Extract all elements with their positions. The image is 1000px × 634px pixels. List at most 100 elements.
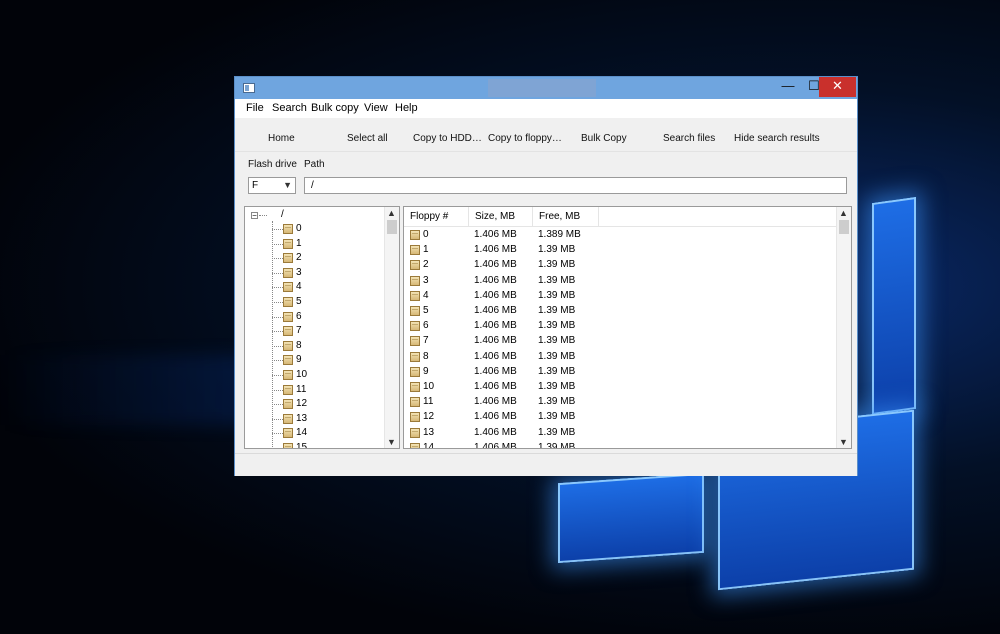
column-size[interactable]: Size, MB	[469, 207, 533, 226]
tree-scrollbar[interactable]: ▲ ▼	[384, 207, 399, 448]
cell-size: 1.406 MB	[474, 335, 517, 347]
cell-size: 1.406 MB	[474, 381, 517, 392]
scroll-up-icon[interactable]: ▲	[387, 208, 396, 218]
table-row[interactable]: 1 1.406 MB 1.39 MB	[404, 243, 836, 258]
floppy-folder-icon	[283, 253, 293, 264]
floppy-folder-icon	[410, 351, 420, 362]
tree-item-label: 2	[296, 252, 302, 264]
scroll-down-icon[interactable]: ▼	[387, 437, 396, 447]
table-row[interactable]: 11 1.406 MB 1.39 MB	[404, 395, 836, 410]
tree-item[interactable]: 14	[245, 426, 385, 440]
tree-item[interactable]: 0	[245, 222, 385, 236]
floppy-folder-icon	[410, 306, 420, 316]
tree-item[interactable]: 15	[245, 441, 385, 448]
floppy-folder-icon	[410, 245, 420, 256]
tree-item[interactable]: 3	[245, 266, 385, 280]
table-row[interactable]: 4 1.406 MB 1.39 MB	[404, 289, 836, 304]
tree-item[interactable]: 4	[245, 280, 385, 294]
cell-free: 1.39 MB	[538, 381, 576, 392]
tree-item[interactable]: 11	[245, 383, 385, 397]
menu-help[interactable]: Help	[395, 102, 418, 114]
cell-free: 1.39 MB	[538, 411, 576, 423]
tree-item[interactable]: 1	[245, 237, 385, 251]
menu-view[interactable]: View	[364, 102, 388, 114]
tree-item-label: 5	[296, 296, 302, 307]
table-row[interactable]: 5 1.406 MB 1.39 MB	[404, 304, 836, 319]
scroll-down-icon[interactable]: ▼	[839, 437, 848, 447]
scroll-up-icon[interactable]: ▲	[839, 208, 848, 218]
floppy-folder-icon	[410, 260, 420, 271]
select-all-button[interactable]: Select all	[347, 133, 388, 144]
cell-size: 1.406 MB	[474, 320, 517, 332]
tree-item[interactable]: 10	[245, 368, 385, 382]
tree-item[interactable]: 12	[245, 397, 385, 411]
menu-bulk-copy[interactable]: Bulk copy	[311, 102, 359, 114]
table-row[interactable]: 0 1.406 MB 1.389 MB	[404, 228, 836, 243]
home-button[interactable]: Home	[268, 133, 295, 144]
tree-item[interactable]: 5	[245, 295, 385, 309]
tree-item[interactable]: 2	[245, 251, 385, 265]
tree-item[interactable]: 6	[245, 310, 385, 324]
column-free[interactable]: Free, MB	[533, 207, 599, 226]
table-row[interactable]: 6 1.406 MB 1.39 MB	[404, 319, 836, 334]
cell-free: 1.39 MB	[538, 350, 576, 362]
tree-item[interactable]: 13	[245, 412, 385, 426]
close-button[interactable]: ✕	[819, 77, 856, 97]
cell-free: 1.39 MB	[538, 426, 576, 438]
path-input[interactable]: /	[304, 177, 847, 194]
hide-search-results-button[interactable]: Hide search results	[734, 133, 820, 144]
table-row[interactable]: 13 1.406 MB 1.39 MB	[404, 426, 836, 441]
flash-drive-select[interactable]: F ▼	[248, 177, 296, 194]
bulk-copy-button[interactable]: Bulk Copy	[581, 133, 627, 144]
cell-free: 1.39 MB	[538, 305, 576, 316]
tree-root[interactable]: − /	[245, 208, 385, 222]
cell-free: 1.39 MB	[538, 365, 576, 377]
minimize-button[interactable]: —	[775, 77, 801, 97]
cell-size: 1.406 MB	[474, 289, 517, 301]
table-row[interactable]: 14 1.406 MB 1.39 MB	[404, 441, 836, 448]
floppy-list[interactable]: Floppy # Size, MB Free, MB 0 1.406 MB 1.38…	[403, 206, 852, 449]
cell-size: 1.406 MB	[474, 259, 517, 271]
table-row[interactable]: 10 1.406 MB 1.39 MB	[404, 380, 836, 395]
copy-to-floppy-button[interactable]: Copy to floppy…	[488, 133, 562, 144]
folder-tree[interactable]: − / 0 1 2 3 4 5 6 7 8 9 10 11 12 13 14 15 ▲ ▼	[244, 206, 400, 449]
tree-connector	[272, 287, 283, 289]
table-row[interactable]: 7 1.406 MB 1.39 MB	[404, 334, 836, 349]
tree-item-label: 0	[296, 223, 302, 234]
table-row[interactable]: 2 1.406 MB 1.39 MB	[404, 258, 836, 273]
table-row[interactable]: 9 1.406 MB 1.39 MB	[404, 365, 836, 380]
tree-connector	[272, 418, 283, 420]
tree-item[interactable]: 8	[245, 339, 385, 353]
table-row[interactable]: 3 1.406 MB 1.39 MB	[404, 274, 836, 289]
cell-floppy-number: 3	[423, 274, 429, 286]
tree-item[interactable]: 9	[245, 353, 385, 367]
menu-search[interactable]: Search	[272, 102, 307, 114]
tree-item-label: 4	[296, 281, 302, 293]
floppy-folder-icon	[283, 428, 293, 439]
cell-free: 1.39 MB	[538, 289, 576, 301]
table-row[interactable]: 8 1.406 MB 1.39 MB	[404, 350, 836, 365]
title-bar[interactable]: — ☐ ✕	[235, 77, 857, 99]
cell-free: 1.39 MB	[538, 244, 576, 256]
floppy-folder-icon	[283, 297, 293, 307]
menu-file[interactable]: File	[246, 102, 264, 114]
windows-logo-pane	[558, 472, 704, 564]
cell-size: 1.406 MB	[474, 411, 517, 423]
cell-size: 1.406 MB	[474, 426, 517, 438]
search-files-button[interactable]: Search files	[663, 133, 715, 144]
floppy-folder-icon	[283, 238, 293, 249]
column-floppy-number[interactable]: Floppy #	[404, 207, 469, 226]
list-scrollbar[interactable]: ▲ ▼	[836, 207, 851, 448]
tree-item-label: 14	[296, 427, 308, 439]
scroll-thumb[interactable]	[839, 220, 849, 234]
copy-to-hdd-button[interactable]: Copy to HDD…	[413, 133, 482, 144]
table-row[interactable]: 12 1.406 MB 1.39 MB	[404, 410, 836, 425]
cell-floppy-number: 13	[423, 426, 435, 438]
cell-floppy-number: 11	[423, 396, 434, 408]
cell-size: 1.406 MB	[474, 244, 517, 256]
collapse-icon[interactable]: −	[251, 212, 258, 220]
tree-item[interactable]: 7	[245, 324, 385, 338]
scroll-thumb[interactable]	[387, 220, 397, 234]
floppy-folder-icon	[283, 413, 293, 424]
tree-item-label: 6	[296, 310, 302, 322]
